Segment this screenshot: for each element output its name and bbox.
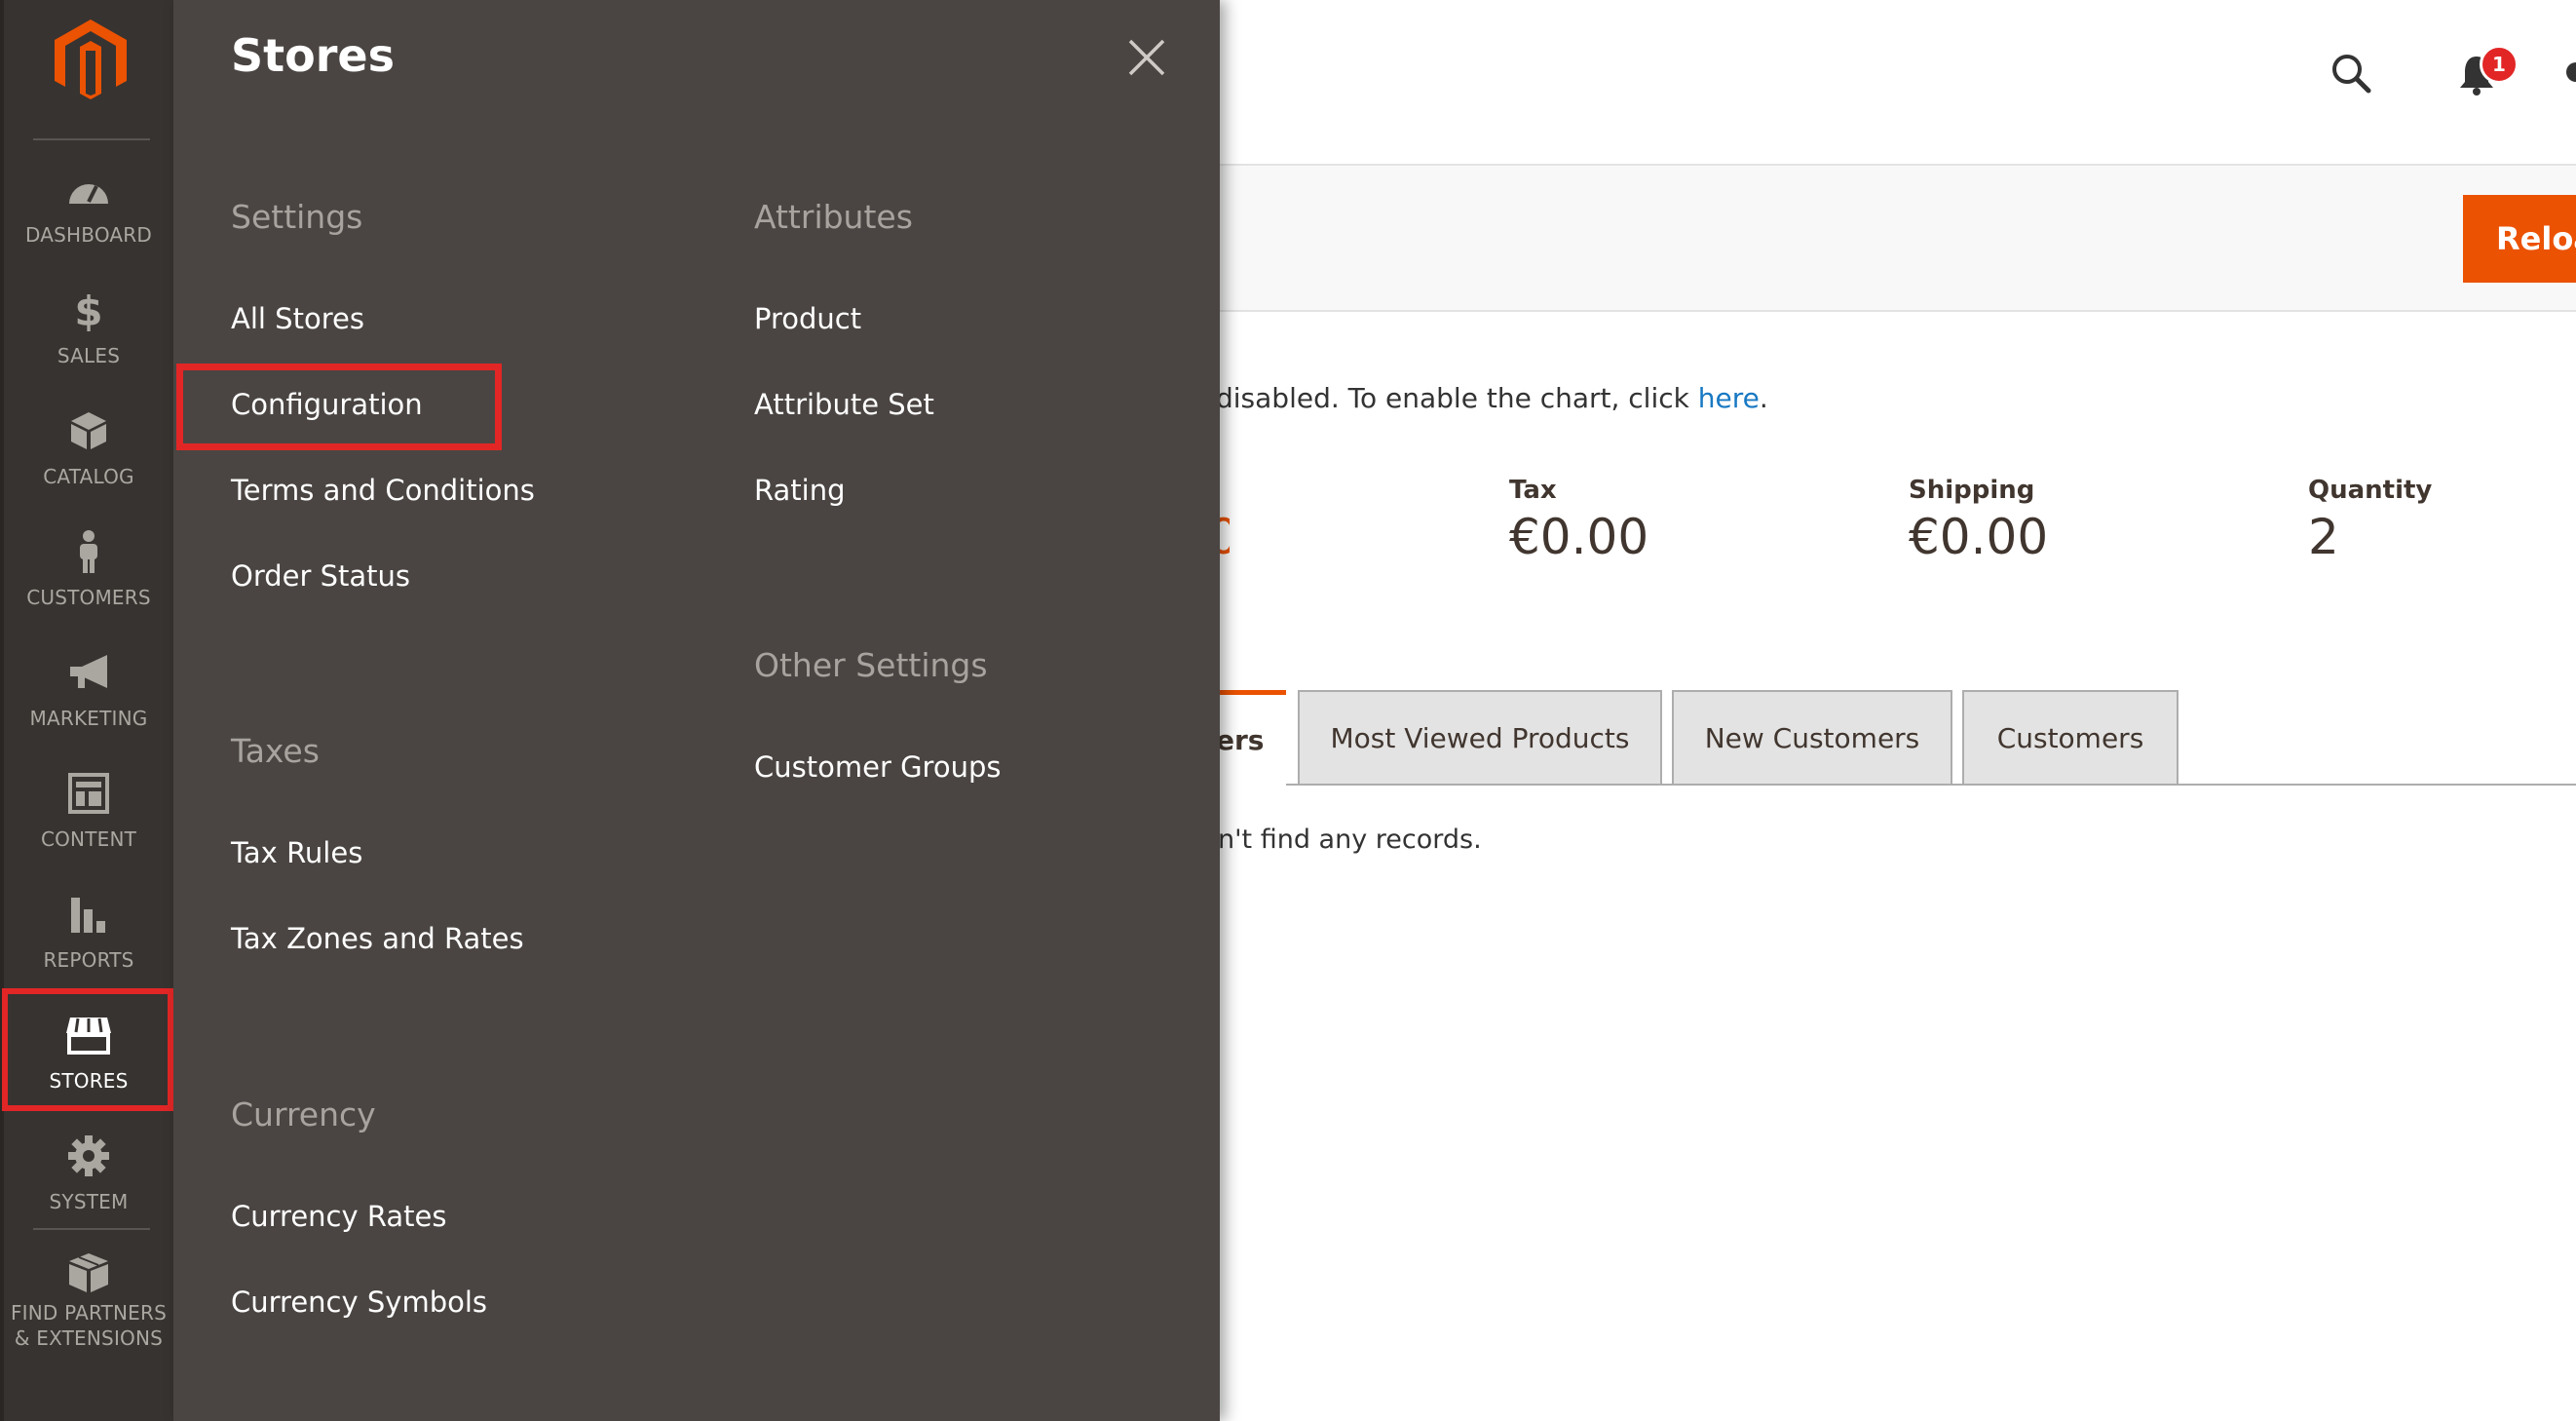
gear-icon bbox=[68, 1135, 109, 1176]
boxes-icon bbox=[69, 1253, 108, 1292]
sidebar-item-dashboard[interactable]: DASHBOARD bbox=[4, 162, 173, 277]
sidebar-item-find-partners[interactable]: FIND PARTNERS & EXTENSIONS bbox=[4, 1246, 173, 1363]
tab-bestsellers[interactable]: ers bbox=[1216, 690, 1286, 786]
user-icon[interactable] bbox=[2562, 58, 2576, 94]
sidebar-item-label: REPORTS bbox=[43, 948, 134, 972]
magento-logo[interactable] bbox=[53, 18, 129, 101]
cube-icon bbox=[71, 412, 106, 449]
attributes-heading: Attributes bbox=[754, 198, 913, 236]
settings-heading: Settings bbox=[231, 198, 363, 236]
menu-item-currency-rates[interactable]: Currency Rates bbox=[231, 1200, 446, 1233]
menu-item-attribute-set[interactable]: Attribute Set bbox=[754, 388, 934, 421]
stores-highlight-box bbox=[2, 988, 173, 1111]
sidebar-item-label: SYSTEM bbox=[49, 1190, 129, 1213]
person-icon bbox=[80, 530, 97, 573]
search-icon[interactable] bbox=[2329, 51, 2373, 96]
sidebar-item-label: CUSTOMERS bbox=[26, 586, 151, 609]
tab-most-viewed-products[interactable]: Most Viewed Products bbox=[1298, 690, 1662, 784]
admin-sidebar: DASHBOARD $ SALES CATALOG CUSTOMERS MARK… bbox=[0, 0, 173, 1421]
menu-item-all-stores[interactable]: All Stores bbox=[231, 302, 364, 335]
menu-item-tax-zones-and-rates[interactable]: Tax Zones and Rates bbox=[231, 922, 524, 955]
stores-flyout-menu: Stores Settings All Stores Configuration… bbox=[173, 0, 1220, 1421]
shipping-label: Shipping bbox=[1909, 476, 2035, 505]
sidebar-item-catalog[interactable]: CATALOG bbox=[4, 403, 173, 518]
rail-separator bbox=[33, 138, 150, 140]
sidebar-item-label: DASHBOARD bbox=[24, 223, 152, 247]
quantity-value: 2 bbox=[2308, 509, 2339, 565]
sidebar-item-label: FIND PARTNERS & EXTENSIONS bbox=[10, 1301, 168, 1350]
sidebar-item-label: MARKETING bbox=[29, 707, 148, 730]
sidebar-item-label: CONTENT bbox=[40, 827, 137, 851]
taxes-heading: Taxes bbox=[231, 732, 320, 770]
sidebar-item-marketing[interactable]: MARKETING bbox=[4, 645, 173, 760]
quantity-label: Quantity bbox=[2308, 476, 2433, 505]
currency-heading: Currency bbox=[231, 1095, 376, 1133]
menu-item-product[interactable]: Product bbox=[754, 302, 861, 335]
dollar-icon: $ bbox=[74, 288, 102, 331]
tax-label: Tax bbox=[1509, 476, 1557, 505]
menu-item-currency-symbols[interactable]: Currency Symbols bbox=[231, 1286, 487, 1319]
reload-button[interactable]: Reloa bbox=[2463, 195, 2576, 283]
menu-item-rating[interactable]: Rating bbox=[754, 474, 846, 507]
enable-chart-link[interactable]: here bbox=[1698, 382, 1760, 414]
dashboard-icon bbox=[69, 184, 108, 204]
menu-item-order-status[interactable]: Order Status bbox=[231, 559, 410, 593]
sidebar-item-content[interactable]: CONTENT bbox=[4, 766, 173, 881]
other-settings-heading: Other Settings bbox=[754, 646, 988, 684]
chart-disabled-notice: disabled. To enable the chart, click her… bbox=[1216, 382, 1768, 414]
menu-item-customer-groups[interactable]: Customer Groups bbox=[754, 750, 1001, 784]
tab-divider bbox=[1286, 784, 2576, 786]
tab-customers[interactable]: Customers bbox=[1962, 690, 2178, 784]
megaphone-icon bbox=[70, 655, 107, 688]
menu-item-terms-and-conditions[interactable]: Terms and Conditions bbox=[231, 474, 535, 507]
flyout-title: Stores bbox=[231, 29, 395, 82]
bar-chart-icon bbox=[71, 898, 105, 933]
rail-separator bbox=[33, 1228, 150, 1230]
svg-text:$: $ bbox=[74, 288, 102, 331]
sidebar-item-system[interactable]: SYSTEM bbox=[4, 1129, 173, 1244]
close-icon[interactable] bbox=[1124, 35, 1169, 80]
sidebar-item-customers[interactable]: CUSTOMERS bbox=[4, 524, 173, 639]
sidebar-item-reports[interactable]: REPORTS bbox=[4, 887, 173, 1002]
no-records-message: n't find any records. bbox=[1218, 825, 1482, 855]
page-actions-bar bbox=[1220, 164, 2576, 312]
sidebar-item-label: CATALOG bbox=[43, 465, 134, 488]
sidebar-item-sales[interactable]: $ SALES bbox=[4, 283, 173, 398]
shipping-value: €0.00 bbox=[1909, 509, 2049, 565]
sidebar-item-label: SALES bbox=[57, 344, 121, 367]
notification-badge[interactable]: 1 bbox=[2480, 45, 2519, 84]
tab-new-customers[interactable]: New Customers bbox=[1672, 690, 1952, 784]
layout-icon bbox=[68, 773, 109, 814]
configuration-highlight-box bbox=[176, 364, 502, 450]
menu-item-tax-rules[interactable]: Tax Rules bbox=[231, 836, 362, 869]
tax-value: €0.00 bbox=[1509, 509, 1649, 565]
